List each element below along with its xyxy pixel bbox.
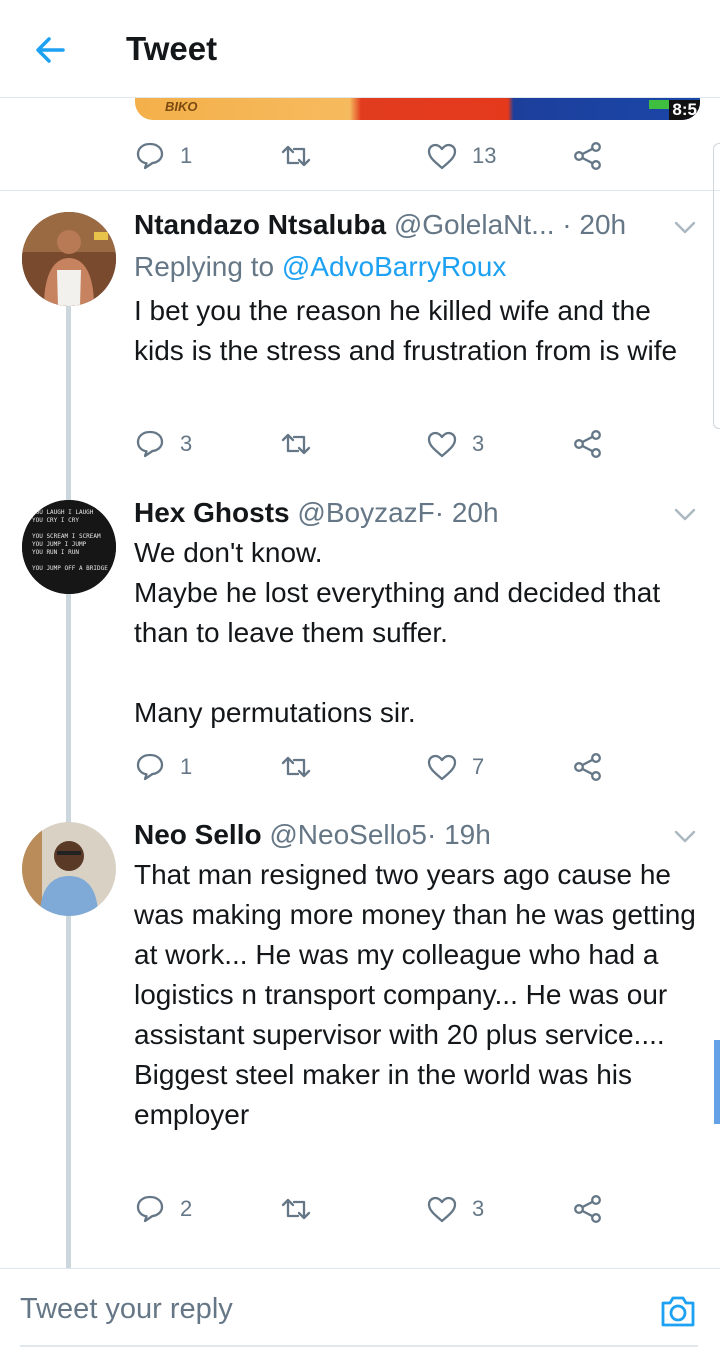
avatar[interactable] <box>22 212 116 306</box>
top-app-bar: Tweet <box>0 0 720 98</box>
media-badge <box>649 100 671 109</box>
avatar-text: YOU CRY I CRY <box>32 517 79 524</box>
scrollbar-thumb[interactable] <box>714 1040 720 1124</box>
avatar-text: YOU RUN I RUN <box>32 549 79 556</box>
like-button[interactable]: 7 <box>426 747 484 787</box>
tweet-time: · 19h <box>427 819 491 850</box>
reply-icon <box>136 142 164 170</box>
tweet-text: We don't know. Maybe he lost everything … <box>134 537 661 728</box>
reply-button[interactable]: 2 <box>134 1189 192 1229</box>
like-icon <box>427 1196 457 1223</box>
author-handle: @NeoSello5 <box>269 819 427 850</box>
like-icon <box>427 143 457 170</box>
tweet-text: I bet you the reason he killed wife and … <box>134 295 678 366</box>
share-button[interactable] <box>572 1189 604 1229</box>
retweet-icon <box>281 756 311 778</box>
author-handle: @BoyzazF <box>297 497 435 528</box>
share-button[interactable] <box>572 747 604 787</box>
media-logo-label: BIKO <box>165 99 198 114</box>
author-name[interactable]: Ntandazo Ntsaluba <box>134 209 386 240</box>
avatar[interactable]: YOU LAUGH I LAUGH YOU CRY I CRY YOU SCRE… <box>22 500 116 594</box>
divider <box>0 190 720 191</box>
tweet-text: That man resigned two years ago cause he… <box>134 859 704 1130</box>
replying-mention-link[interactable]: @AdvoBarryRoux <box>282 251 507 282</box>
reply-button[interactable]: 3 <box>134 424 192 464</box>
share-button[interactable] <box>572 424 604 464</box>
media-time-badge: 8:5 <box>669 100 700 120</box>
tweet-header: Neo Sello @NeoSello5· 19h <box>134 817 694 853</box>
reply-count: 1 <box>180 143 193 168</box>
share-icon <box>574 142 601 170</box>
avatar-text: YOU JUMP I JUMP <box>32 541 87 548</box>
retweet-icon <box>281 1198 311 1220</box>
avatar-text: YOU JUMP OFF A BRIDGE <box>32 565 108 572</box>
avatar-text: YOU LAUGH I LAUGH <box>32 509 94 516</box>
like-count: 3 <box>472 1196 485 1221</box>
reply-composer-bar <box>0 1268 720 1355</box>
like-button[interactable]: 3 <box>426 424 484 464</box>
reply-button[interactable]: 1 <box>134 747 192 787</box>
like-count: 3 <box>472 431 485 456</box>
tweet-media-image[interactable]: BIKO 8:5 <box>135 98 700 120</box>
share-icon <box>574 1195 601 1223</box>
share-icon <box>574 430 601 458</box>
tweet-time: · 20h <box>434 497 499 528</box>
camera-icon[interactable] <box>658 1291 698 1331</box>
like-button[interactable]: 13 <box>426 136 496 176</box>
tweet-header: Ntandazo Ntsaluba @GolelaNt... · 20h <box>134 207 694 243</box>
tweet-header: Hex Ghosts @BoyzazF· 20h <box>134 495 694 531</box>
retweet-button[interactable] <box>280 1189 326 1229</box>
reply-icon <box>136 753 164 781</box>
avatar[interactable] <box>22 822 116 916</box>
chevron-down-icon[interactable] <box>671 217 699 237</box>
thread-connector-line <box>66 306 71 1268</box>
reply-input-underline <box>20 1345 698 1347</box>
tweet-time: · 20h <box>562 209 627 240</box>
reply-input[interactable] <box>20 1285 640 1333</box>
share-button[interactable] <box>572 136 604 176</box>
like-icon <box>427 431 457 458</box>
retweet-button[interactable] <box>280 424 326 464</box>
reply-icon <box>136 430 164 458</box>
tweet-actions: 1 7 <box>134 747 614 787</box>
author-handle: @GolelaNt... <box>393 209 555 240</box>
retweet-icon <box>281 145 311 167</box>
tweet-actions: 2 3 <box>134 1189 614 1229</box>
reply-count: 1 <box>180 754 193 779</box>
author-name[interactable]: Hex Ghosts <box>134 497 290 528</box>
tweet-actions: 3 3 <box>134 424 614 464</box>
avatar-text: YOU SCREAM I SCREAM <box>32 533 101 540</box>
reply-count: 3 <box>180 431 193 456</box>
replying-prefix: Replying to <box>134 251 275 282</box>
retweet-button[interactable] <box>280 136 326 176</box>
page-title: Tweet <box>126 30 218 67</box>
reply-icon <box>136 1195 164 1223</box>
like-icon <box>427 754 457 781</box>
like-button[interactable]: 3 <box>426 1189 484 1229</box>
like-count: 13 <box>472 143 497 168</box>
back-arrow-icon[interactable] <box>30 30 70 70</box>
retweet-button[interactable] <box>280 747 326 787</box>
tweet-actions: 1 13 <box>134 136 614 176</box>
reply-count: 2 <box>180 1196 193 1221</box>
replying-to-line: Replying to @AdvoBarryRoux <box>134 249 506 285</box>
chevron-down-icon[interactable] <box>671 826 699 846</box>
like-count: 7 <box>472 754 485 779</box>
chevron-down-icon[interactable] <box>671 504 699 524</box>
retweet-icon <box>281 433 311 455</box>
reply-button[interactable]: 1 <box>134 136 192 176</box>
author-name[interactable]: Neo Sello <box>134 819 262 850</box>
share-icon <box>574 753 601 781</box>
side-scroll-track[interactable] <box>713 143 720 429</box>
